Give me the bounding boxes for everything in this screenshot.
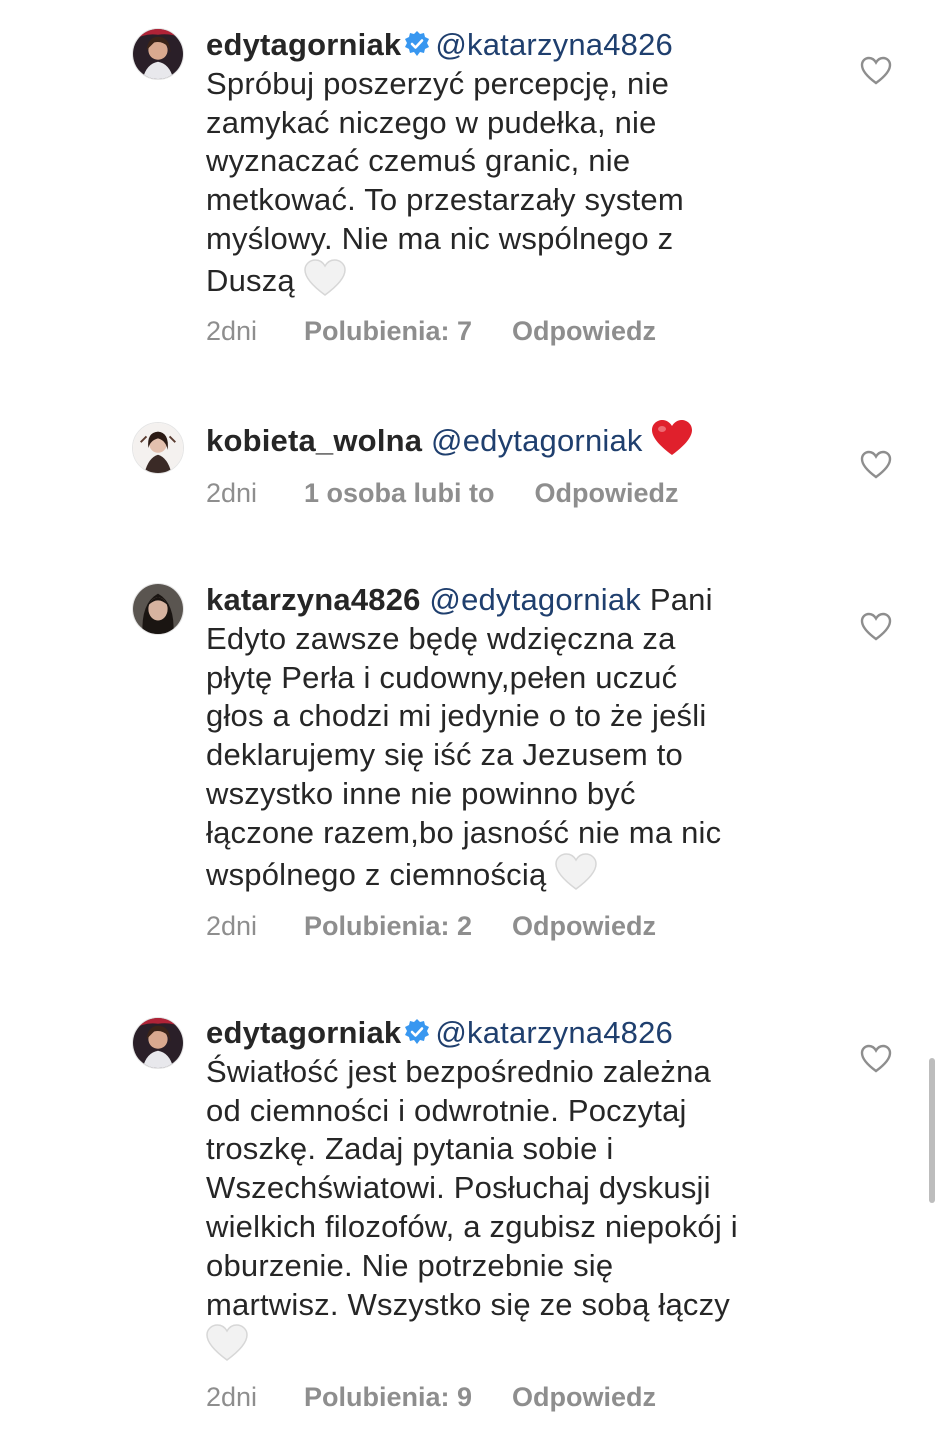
white-heart-icon bbox=[303, 259, 346, 307]
verified-badge-icon bbox=[405, 1019, 430, 1044]
comment-mention[interactable]: @katarzyna4826 bbox=[435, 1015, 673, 1050]
like-heart-icon[interactable] bbox=[860, 612, 892, 642]
reply-button[interactable]: Odpowiedz bbox=[512, 911, 656, 942]
red-heart-icon bbox=[651, 419, 693, 467]
comment-meta: 2dni Polubienia: 2 Odpowiedz bbox=[206, 911, 656, 942]
likes-count[interactable]: Polubienia: 2 bbox=[304, 911, 472, 942]
scrollbar[interactable] bbox=[929, 1058, 935, 1203]
avatar[interactable] bbox=[132, 422, 184, 474]
comment-username[interactable]: kobieta_wolna bbox=[206, 423, 422, 458]
comment-body: Spróbuj poszerzyć percepcję, nie zamykać… bbox=[206, 65, 684, 298]
comment-username[interactable]: edytagorniak bbox=[206, 27, 401, 62]
avatar[interactable] bbox=[132, 1017, 184, 1069]
verified-badge-icon bbox=[405, 31, 430, 56]
avatar[interactable] bbox=[132, 583, 184, 635]
comment-time: 2dni bbox=[206, 911, 258, 941]
like-heart-icon[interactable] bbox=[860, 450, 892, 480]
comment-text: edytagorniak @katarzyna4826 Spróbuj posze… bbox=[206, 26, 816, 307]
comment-username[interactable]: edytagorniak bbox=[206, 1015, 401, 1050]
likes-count[interactable]: 1 osoba lubi to bbox=[304, 478, 495, 509]
comment-time: 2dni bbox=[206, 478, 258, 508]
comment-meta: 2dni 1 osoba lubi to Odpowiedz bbox=[206, 478, 679, 509]
reply-button[interactable]: Odpowiedz bbox=[512, 316, 656, 347]
reply-button[interactable]: Odpowiedz bbox=[512, 1382, 656, 1413]
comment-text: edytagorniak @katarzyna4826 Światłość jes… bbox=[206, 1014, 816, 1372]
comment-body: Światłość jest bezpośrednio zależna od c… bbox=[206, 1053, 738, 1322]
like-heart-icon[interactable] bbox=[860, 1044, 892, 1074]
comment-mention[interactable]: @edytagorniak bbox=[431, 423, 643, 458]
comment-meta: 2dni Polubienia: 9 Odpowiedz bbox=[206, 1382, 656, 1413]
like-heart-icon[interactable] bbox=[860, 56, 892, 86]
white-heart-icon bbox=[555, 852, 597, 901]
reply-button[interactable]: Odpowiedz bbox=[535, 478, 679, 509]
comment-body: Pani Edyto zawsze będę wdzięczna za płyt… bbox=[206, 582, 722, 892]
comment-time: 2dni bbox=[206, 316, 258, 346]
likes-count[interactable]: Polubienia: 9 bbox=[304, 1382, 472, 1413]
avatar[interactable] bbox=[132, 28, 184, 80]
comment-text: katarzyna4826 @edytagorniak Pani Edyto z… bbox=[206, 581, 816, 900]
comment-mention[interactable]: @katarzyna4826 bbox=[435, 27, 673, 62]
likes-count[interactable]: Polubienia: 7 bbox=[304, 316, 472, 347]
comment-time: 2dni bbox=[206, 1382, 258, 1412]
white-heart-icon bbox=[206, 1324, 248, 1372]
comment-mention[interactable]: @edytagorniak bbox=[429, 582, 641, 617]
comment-text: kobieta_wolna @edytagorniak bbox=[206, 419, 816, 467]
comment-meta: 2dni Polubienia: 7 Odpowiedz bbox=[206, 316, 656, 347]
comment-username[interactable]: katarzyna4826 bbox=[206, 582, 421, 617]
